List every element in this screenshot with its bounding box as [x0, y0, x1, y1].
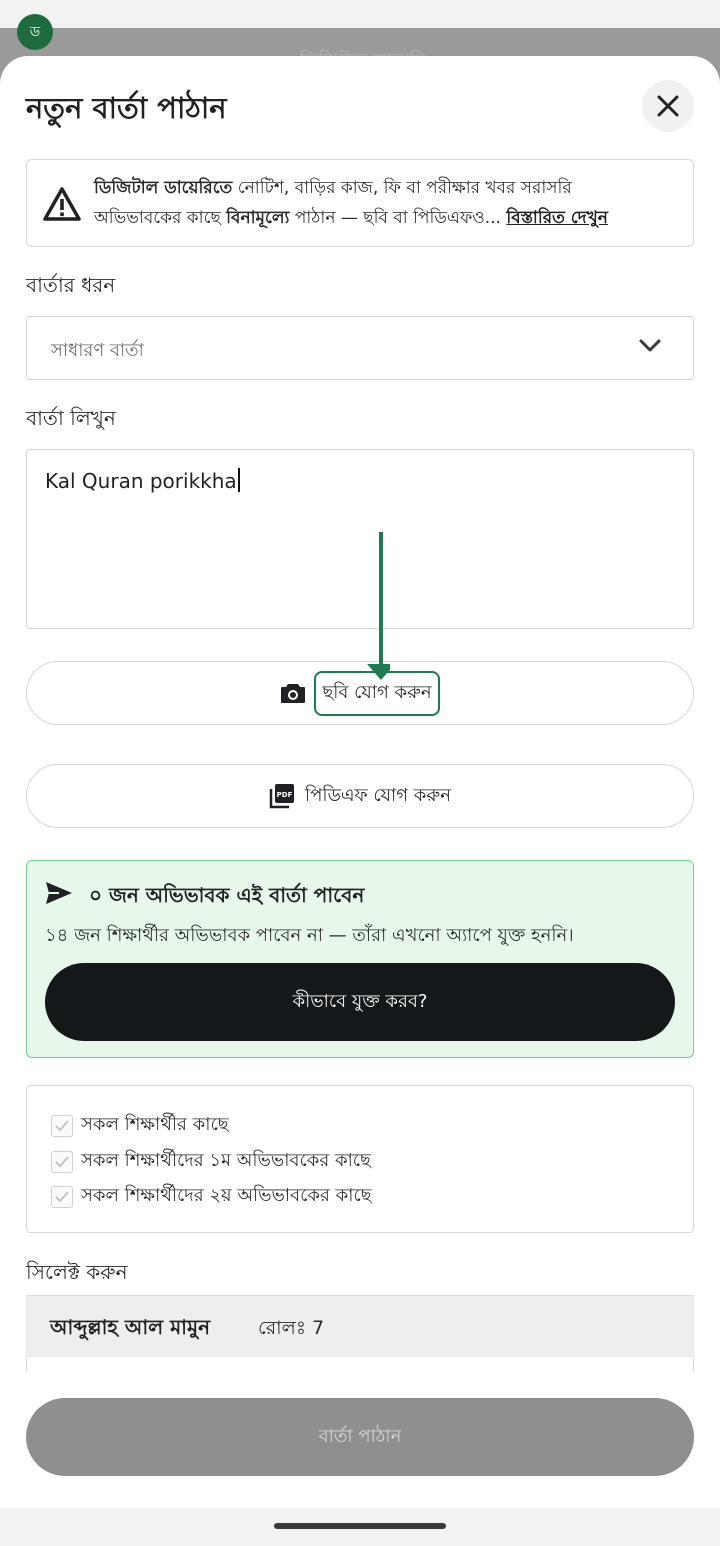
- notice-line-1: ডিজিটাল ডায়েরিতে নোটিশ, বাড়ির কাজ, ফি …: [94, 175, 572, 203]
- audience-option-all-students[interactable]: সকল শিক্ষার্থীর কাছে: [51, 1110, 229, 1141]
- notice-bold-lead: ডিজিটাল ডায়েরিতে: [94, 178, 233, 198]
- select-label: সিলেক্ট করুন: [26, 1260, 128, 1284]
- chevron-down-icon: [639, 339, 661, 352]
- notice-line2-post: পাঠান — ছবি বা পিডিএফও...: [289, 208, 507, 228]
- notice-free-text: বিনামূল্যে: [226, 208, 290, 228]
- recipients-subtext: ১৪ জন শিক্ষার্থীর অভিভাবক পাবেন না — তাঁ…: [45, 925, 574, 946]
- audience-option-label: সকল শিক্ষার্থীদের ১ম অভিভাবকের কাছে: [81, 1150, 371, 1171]
- add-pdf-button[interactable]: PDF পিডিএফ যোগ করুন: [26, 764, 694, 828]
- details-link[interactable]: বিস্তারিত দেখুন: [506, 208, 608, 228]
- message-type-label: বার্তার ধরন: [26, 273, 116, 297]
- checkbox[interactable]: [51, 1150, 73, 1173]
- student-list-edge: [26, 1357, 694, 1371]
- student-list-item[interactable]: আব্দুল্লাহ আল মামুন রোলঃ 7: [26, 1295, 694, 1357]
- info-notice: ডিজিটাল ডায়েরিতে নোটিশ, বাড়ির কাজ, ফি …: [26, 159, 694, 247]
- home-indicator[interactable]: [274, 1523, 446, 1529]
- pointer-arrow-icon: [367, 532, 390, 680]
- add-pdf-label: পিডিএফ যোগ করুন: [305, 784, 451, 806]
- notice-line2-pre: অভিভাবকের কাছে: [94, 208, 227, 228]
- pdf-icon: PDF: [269, 784, 295, 809]
- camera-icon: [281, 684, 306, 703]
- status-bar: [0, 0, 720, 28]
- app-badge-icon: ড: [17, 14, 53, 50]
- check-icon: [55, 1190, 69, 1202]
- text-cursor: [237, 468, 240, 492]
- audience-option-first-guardian[interactable]: সকল শিক্ষার্থীদের ১ম অভিভাবকের কাছে: [51, 1146, 371, 1177]
- audience-option-label: সকল শিক্ষার্থীর কাছে: [81, 1114, 229, 1135]
- notice-line1-text: নোটিশ, বাড়ির কাজ, ফি বা পরীক্ষার খবর সর…: [232, 178, 572, 198]
- close-icon: [657, 95, 679, 117]
- message-label: বার্তা লিখুন: [26, 406, 116, 430]
- send-message-button[interactable]: বার্তা পাঠান: [26, 1398, 694, 1476]
- message-type-select[interactable]: সাধারণ বার্তা: [26, 316, 694, 380]
- checkbox[interactable]: [51, 1114, 73, 1137]
- audience-option-second-guardian[interactable]: সকল শিক্ষার্থীদের ২য় অভিভাবকের কাছে: [51, 1181, 372, 1212]
- warning-icon: [43, 187, 81, 221]
- notice-line-2: অভিভাবকের কাছে বিনামূল্যে পাঠান — ছবি বা…: [94, 205, 608, 233]
- check-icon: [55, 1119, 69, 1131]
- sheet-title: নতুন বার্তা পাঠান: [26, 91, 227, 125]
- close-button[interactable]: [642, 80, 694, 132]
- message-type-value: সাধারণ বার্তা: [51, 340, 144, 361]
- how-to-join-button[interactable]: কীভাবে যুক্ত করব?: [45, 963, 675, 1041]
- recipients-headline: ০ জন অভিভাবক এই বার্তা পাবেন: [89, 883, 365, 907]
- student-name: আব্দুল্লাহ আল মামুন: [50, 1315, 211, 1339]
- svg-text:PDF: PDF: [277, 791, 293, 799]
- recipients-info-box: ০ জন অভিভাবক এই বার্তা পাবেন ১৪ জন শিক্ষ…: [26, 860, 694, 1058]
- audience-option-label: সকল শিক্ষার্থীদের ২য় অভিভাবকের কাছে: [81, 1185, 372, 1206]
- compose-sheet: নতুন বার্তা পাঠান ডিজিটাল ডায়েরিতে নোটি…: [0, 56, 720, 1508]
- student-roll: রোলঃ 7: [258, 1317, 325, 1339]
- audience-options: সকল শিক্ষার্থীর কাছে সকল শিক্ষার্থীদের ১…: [26, 1085, 694, 1233]
- checkbox[interactable]: [51, 1185, 73, 1208]
- message-text: Kal Quran porikkha: [45, 468, 240, 493]
- check-icon: [55, 1155, 69, 1167]
- send-icon: [46, 882, 72, 904]
